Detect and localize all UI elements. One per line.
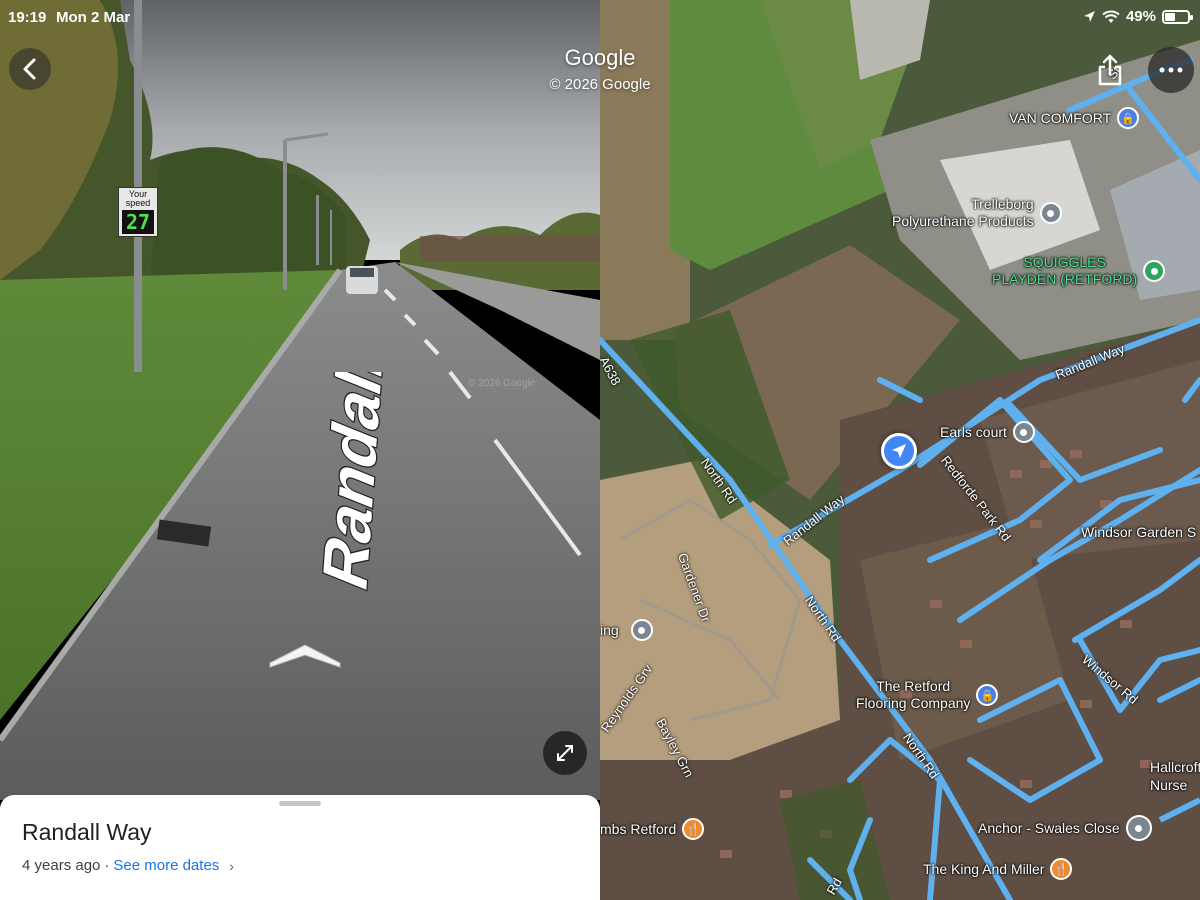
- location-pin-icon: [630, 619, 653, 641]
- place-title: Randall Way: [22, 819, 152, 845]
- share-button[interactable]: [1093, 51, 1127, 89]
- poi-king-and-miller[interactable]: The King And Miller 🍴: [923, 858, 1073, 880]
- location-pin-icon: [1125, 815, 1152, 841]
- poi-ing-label: ing: [600, 621, 619, 638]
- poi-king-miller-label: The King And Miller: [923, 860, 1045, 877]
- poi-earls-court[interactable]: Earls court: [940, 421, 1035, 443]
- sheet-drag-handle[interactable]: [279, 801, 321, 806]
- speed-sign-label: Your speed: [125, 189, 151, 208]
- poi-earls-court-label: Earls court: [940, 423, 1007, 440]
- street-view-image[interactable]: © 2026 Google: [0, 0, 600, 900]
- poi-hallcroft-label[interactable]: Hallcroft Nurse: [1150, 758, 1200, 794]
- lock-icon: 🔒: [1117, 107, 1140, 129]
- navigation-arrow-icon: [892, 444, 906, 458]
- expand-diagonal-icon: [557, 745, 573, 761]
- lock-icon: 🔒: [976, 684, 999, 706]
- chevron-right-icon: ›: [229, 857, 234, 874]
- imagery-age: 4 years ago: [22, 857, 101, 874]
- poi-van-comfort[interactable]: VAN COMFORT 🔒: [1009, 107, 1140, 129]
- location-pin-icon: [1039, 202, 1062, 224]
- speed-sign-value: 27: [122, 210, 154, 234]
- place-bottom-sheet[interactable]: Randall Way 4 years ago · See more dates…: [0, 795, 600, 900]
- poi-van-comfort-label: VAN COMFORT: [1009, 109, 1112, 126]
- poi-trelleborg-label: Trelleborg Polyurethane Products: [892, 196, 1034, 229]
- share-icon: [1098, 54, 1122, 86]
- poi-combs-retford[interactable]: mbs Retford 🍴: [600, 818, 705, 840]
- poi-retford-flooring-label: The Retford Flooring Company: [856, 678, 971, 711]
- street-view-pane[interactable]: © 2026 Google Your speed 27 Randall Way: [0, 0, 600, 900]
- more-options-button[interactable]: [1148, 47, 1194, 93]
- google-logo: Google: [564, 45, 636, 70]
- poi-ing[interactable]: ing: [600, 619, 653, 641]
- speed-sign: Your speed 27: [118, 187, 158, 237]
- location-pin-icon: [1143, 260, 1166, 282]
- more-horizontal-icon: [1159, 67, 1183, 73]
- poi-combs-retford-label: mbs Retford: [600, 820, 677, 837]
- see-more-dates-link[interactable]: See more dates: [113, 857, 219, 874]
- expand-button[interactable]: [543, 731, 587, 775]
- road-watermark: © 2026 Google: [468, 378, 536, 389]
- meta-separator: ·: [104, 857, 110, 874]
- poi-windsor-garden-label[interactable]: Windsor Garden S: [1081, 524, 1196, 540]
- poi-squiggles[interactable]: SQUIGGLES PLAYDEN (RETFORD): [992, 254, 1166, 288]
- google-copyright: © 2026 Google: [549, 76, 651, 93]
- poi-anchor-label: Anchor - Swales Close: [978, 819, 1120, 836]
- poi-anchor-swales-close[interactable]: Anchor - Swales Close: [978, 815, 1152, 841]
- poi-trelleborg[interactable]: Trelleborg Polyurethane Products: [892, 196, 1062, 230]
- poi-squiggles-label: SQUIGGLES PLAYDEN (RETFORD): [992, 254, 1138, 287]
- imagery-date-row: 4 years ago · See more dates ›: [22, 857, 234, 874]
- current-location-marker[interactable]: [881, 433, 917, 469]
- restaurant-icon: 🍴: [1050, 858, 1073, 880]
- poi-retford-flooring[interactable]: The Retford Flooring Company 🔒: [856, 678, 999, 712]
- restaurant-icon: 🍴: [682, 818, 705, 840]
- move-forward-arrow[interactable]: [266, 637, 344, 669]
- location-pin-icon: [1012, 421, 1035, 443]
